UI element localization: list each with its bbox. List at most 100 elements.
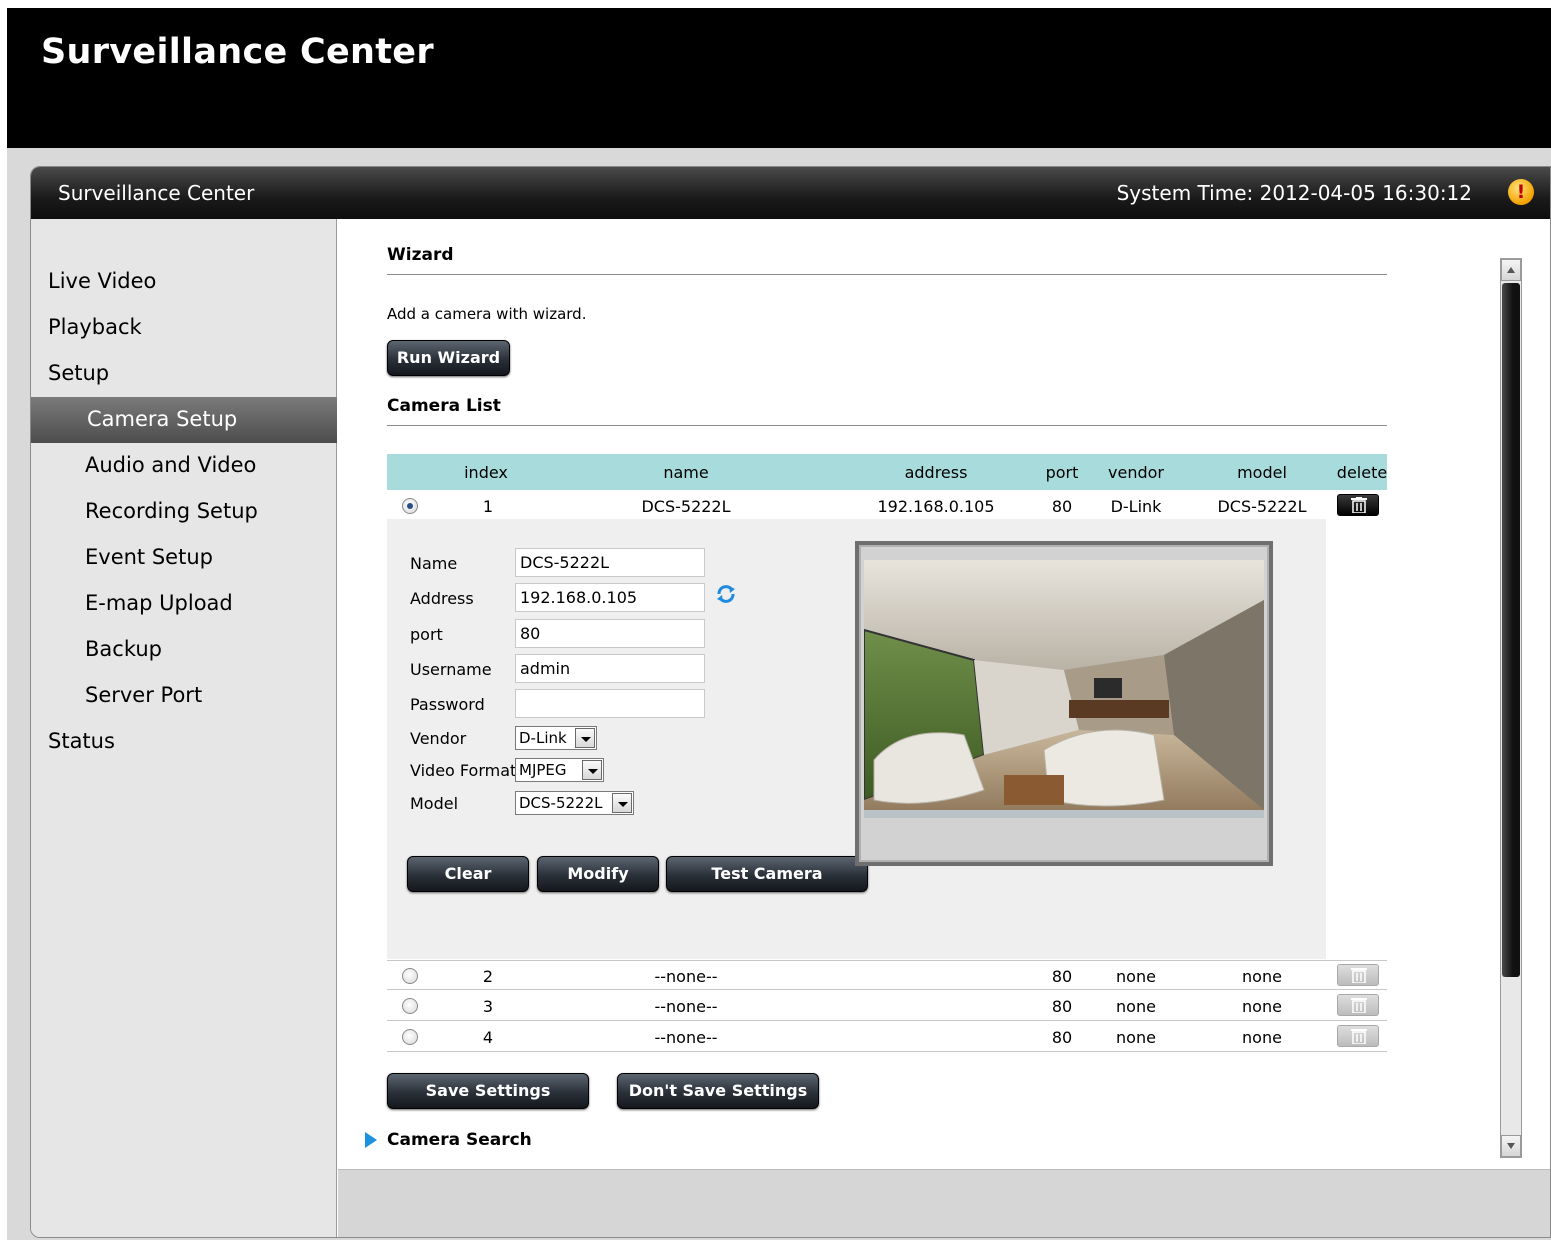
app-name: Surveillance Center <box>58 181 255 205</box>
model-select[interactable]: DCS-5222L <box>515 791 634 815</box>
sidebar-item-setup[interactable]: Setup <box>48 361 109 385</box>
password-field[interactable] <box>515 689 705 718</box>
sidebar: Live Video Playback Setup Camera Setup A… <box>31 219 337 1237</box>
row-port: 80 <box>1051 1028 1073 1047</box>
row-name: --none-- <box>654 997 718 1016</box>
sidebar-item-live-video[interactable]: Live Video <box>48 269 156 293</box>
address-field[interactable] <box>515 583 705 612</box>
table-row: 3 --none-- 80 none none <box>387 991 1387 1021</box>
port-field[interactable] <box>515 619 705 648</box>
row-vendor: none <box>1116 967 1156 986</box>
row-select-radio[interactable] <box>402 498 418 514</box>
sidebar-item-event-setup[interactable]: Event Setup <box>85 545 213 569</box>
row-vendor: none <box>1116 1028 1156 1047</box>
refresh-icon[interactable] <box>715 583 737 605</box>
wizard-description: Add a camera with wizard. <box>387 305 587 323</box>
column-header-name: name <box>663 463 709 482</box>
table-row: 4 --none-- 80 none none <box>387 1022 1387 1052</box>
vendor-label: Vendor <box>410 729 467 748</box>
modify-button[interactable]: Modify <box>537 856 659 892</box>
delete-button[interactable] <box>1337 1025 1379 1047</box>
video-format-select-value: MJPEG <box>519 761 567 779</box>
banner-title: Surveillance Center <box>41 32 434 72</box>
camera-edit-panel: Name Address port Username Password Vend… <box>387 519 1326 959</box>
app-window: Surveillance Center System Time: 2012-04… <box>30 166 1551 1238</box>
row-index: 4 <box>482 1028 494 1047</box>
name-field[interactable] <box>515 548 705 577</box>
top-banner: Surveillance Center <box>7 8 1551 148</box>
sidebar-item-label: Camera Setup <box>87 407 238 431</box>
column-header-index: index <box>464 463 508 482</box>
column-header-delete: delete <box>1336 463 1388 482</box>
sidebar-item-audio-and-video[interactable]: Audio and Video <box>85 453 256 477</box>
row-model: DCS-5222L <box>1217 497 1307 516</box>
trash-icon <box>1351 1029 1367 1044</box>
sidebar-item-playback[interactable]: Playback <box>48 315 142 339</box>
column-header-address: address <box>904 463 968 482</box>
alert-icon[interactable]: ! <box>1508 179 1534 205</box>
port-label: port <box>410 625 443 644</box>
title-bar: Surveillance Center System Time: 2012-04… <box>31 167 1550 219</box>
model-label: Model <box>410 794 459 813</box>
sidebar-item-status[interactable]: Status <box>48 729 115 753</box>
chevron-down-icon <box>582 760 602 780</box>
row-model: none <box>1242 967 1282 986</box>
row-port: 80 <box>1051 967 1073 986</box>
trash-icon <box>1351 968 1367 983</box>
row-select-radio[interactable] <box>402 1029 418 1045</box>
sidebar-item-recording-setup[interactable]: Recording Setup <box>85 499 258 523</box>
column-header-port: port <box>1045 463 1079 482</box>
run-wizard-button[interactable]: Run Wizard <box>387 340 510 376</box>
name-label: Name <box>410 554 458 573</box>
chevron-down-icon <box>612 793 632 813</box>
expand-arrow-icon[interactable] <box>365 1132 377 1148</box>
clear-button[interactable]: Clear <box>407 856 529 892</box>
video-format-select[interactable]: MJPEG <box>515 758 604 782</box>
sidebar-item-server-port[interactable]: Server Port <box>85 683 202 707</box>
scroll-down-button[interactable] <box>1501 1135 1521 1157</box>
wizard-title: Wizard <box>387 245 454 265</box>
password-label: Password <box>410 695 485 714</box>
row-name: DCS-5222L <box>641 497 731 516</box>
column-header-model: model <box>1237 463 1287 482</box>
column-header-vendor: vendor <box>1108 463 1164 482</box>
section-divider <box>387 425 1387 426</box>
vendor-select[interactable]: D-Link <box>515 726 597 750</box>
trash-icon <box>1351 497 1367 513</box>
scrollbar[interactable] <box>1500 258 1522 1158</box>
chevron-down-icon <box>575 728 595 748</box>
username-field[interactable] <box>515 654 705 683</box>
sidebar-item-backup[interactable]: Backup <box>85 637 162 661</box>
scroll-thumb[interactable] <box>1502 283 1520 977</box>
row-address: 192.168.0.105 <box>877 497 995 516</box>
row-vendor: none <box>1116 997 1156 1016</box>
sidebar-item-camera-setup[interactable]: Camera Setup <box>31 397 337 443</box>
row-select-radio[interactable] <box>402 968 418 984</box>
row-index: 3 <box>482 997 494 1016</box>
test-camera-button[interactable]: Test Camera <box>666 856 868 892</box>
sidebar-item-emap-upload[interactable]: E-map Upload <box>85 591 233 615</box>
content-footer-strip <box>338 1169 1550 1237</box>
delete-button[interactable] <box>1337 994 1379 1016</box>
row-port: 80 <box>1051 997 1073 1016</box>
delete-button[interactable] <box>1337 964 1379 986</box>
camera-preview-image <box>864 560 1264 818</box>
camera-preview-frame <box>855 541 1273 866</box>
delete-button[interactable] <box>1337 494 1379 516</box>
row-name: --none-- <box>654 1028 718 1047</box>
save-settings-button[interactable]: Save Settings <box>387 1073 589 1109</box>
dont-save-settings-button[interactable]: Don't Save Settings <box>617 1073 819 1109</box>
row-select-radio[interactable] <box>402 998 418 1014</box>
model-select-value: DCS-5222L <box>519 794 603 812</box>
row-index: 2 <box>482 967 494 986</box>
main-content: Wizard Add a camera with wizard. Run Wiz… <box>338 219 1550 1169</box>
camera-search-toggle[interactable]: Camera Search <box>387 1130 532 1150</box>
row-index: 1 <box>482 497 494 516</box>
row-model: none <box>1242 997 1282 1016</box>
trash-icon <box>1351 998 1367 1013</box>
address-label: Address <box>410 589 474 608</box>
vendor-select-value: D-Link <box>519 729 567 747</box>
table-row: 2 --none-- 80 none none <box>387 960 1387 990</box>
scroll-up-button[interactable] <box>1501 259 1521 281</box>
video-format-label: Video Format <box>410 761 517 780</box>
